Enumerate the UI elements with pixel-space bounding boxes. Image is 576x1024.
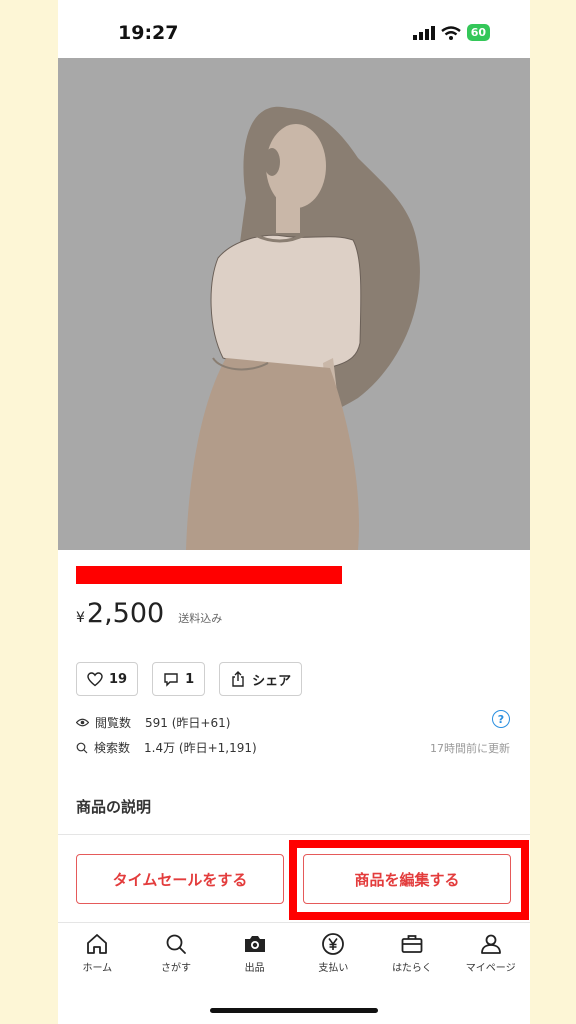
currency-symbol: ¥ bbox=[76, 610, 85, 626]
product-illustration bbox=[186, 106, 420, 550]
views-label: 閲覧数 bbox=[95, 716, 132, 730]
tab-mypage-label: マイページ bbox=[465, 963, 516, 974]
divider bbox=[58, 834, 530, 835]
updated-time: 17時間前に更新 bbox=[430, 742, 510, 755]
like-count: 19 bbox=[109, 671, 128, 687]
status-time: 19:27 bbox=[118, 22, 179, 44]
heart-icon bbox=[87, 671, 103, 686]
briefcase-icon bbox=[401, 935, 423, 953]
tab-sell-label: 出品 bbox=[244, 963, 265, 974]
comment-button[interactable]: 1 bbox=[152, 662, 206, 696]
search-stat: 検索数 1.4万 (昨日+1,191) bbox=[76, 739, 257, 756]
tab-payment-label: 支払い bbox=[318, 963, 349, 974]
price-amount: 2,500 bbox=[86, 598, 165, 629]
magnifier-icon bbox=[76, 742, 88, 753]
action-chips: 19 1 シェア bbox=[76, 662, 303, 696]
search-icon bbox=[166, 934, 186, 954]
help-icon[interactable]: ? bbox=[492, 710, 510, 728]
share-icon bbox=[232, 671, 244, 687]
tab-search[interactable]: さがす bbox=[137, 923, 216, 983]
status-icons: 60 bbox=[412, 24, 490, 41]
signal-icon bbox=[412, 25, 435, 40]
share-button[interactable]: シェア bbox=[219, 662, 303, 696]
tab-home[interactable]: ホーム bbox=[58, 923, 137, 983]
comment-count: 1 bbox=[185, 671, 195, 687]
highlight-box bbox=[289, 840, 529, 920]
tab-work[interactable]: はたらく bbox=[373, 923, 452, 983]
tab-payment[interactable]: 支払い bbox=[294, 923, 373, 983]
share-label: シェア bbox=[252, 673, 292, 689]
product-photo[interactable] bbox=[58, 58, 530, 550]
tab-search-label: さがす bbox=[161, 963, 191, 974]
views-value: 591 (昨日+61) bbox=[145, 716, 231, 730]
time-sale-button[interactable]: タイムセールをする bbox=[76, 854, 284, 904]
tab-work-label: はたらく bbox=[392, 963, 432, 974]
eye-icon bbox=[76, 718, 89, 727]
status-bar: 19:27 60 bbox=[58, 0, 530, 58]
comment-icon bbox=[164, 672, 178, 687]
battery-indicator: 60 bbox=[466, 24, 490, 41]
product-title-redacted bbox=[76, 566, 342, 584]
time-sale-label: タイムセールをする bbox=[112, 870, 248, 889]
tab-bar: ホーム さがす 出品 支払い はたらく マイページ bbox=[58, 922, 530, 983]
search-value: 1.4万 (昨日+1,191) bbox=[144, 741, 257, 755]
description-title: 商品の説明 bbox=[76, 798, 152, 816]
tab-mypage[interactable]: マイページ bbox=[451, 923, 530, 983]
phone-screen: 19:27 60 ¥ 2,500 送料込み 19 1 シェア 閲覧数 591 (… bbox=[58, 0, 530, 1024]
person-icon bbox=[480, 934, 501, 954]
shipping-label: 送料込み bbox=[178, 612, 223, 625]
like-button[interactable]: 19 bbox=[76, 662, 139, 696]
views-stat: 閲覧数 591 (昨日+61) bbox=[76, 714, 230, 731]
yen-icon bbox=[322, 933, 345, 955]
tab-sell[interactable]: 出品 bbox=[215, 923, 294, 983]
tab-home-label: ホーム bbox=[82, 963, 113, 974]
price: ¥ 2,500 送料込み bbox=[76, 598, 222, 629]
search-label: 検索数 bbox=[94, 741, 131, 755]
home-indicator[interactable] bbox=[210, 1008, 378, 1013]
wifi-icon bbox=[440, 25, 461, 40]
camera-icon bbox=[244, 936, 265, 952]
home-icon bbox=[87, 934, 108, 954]
